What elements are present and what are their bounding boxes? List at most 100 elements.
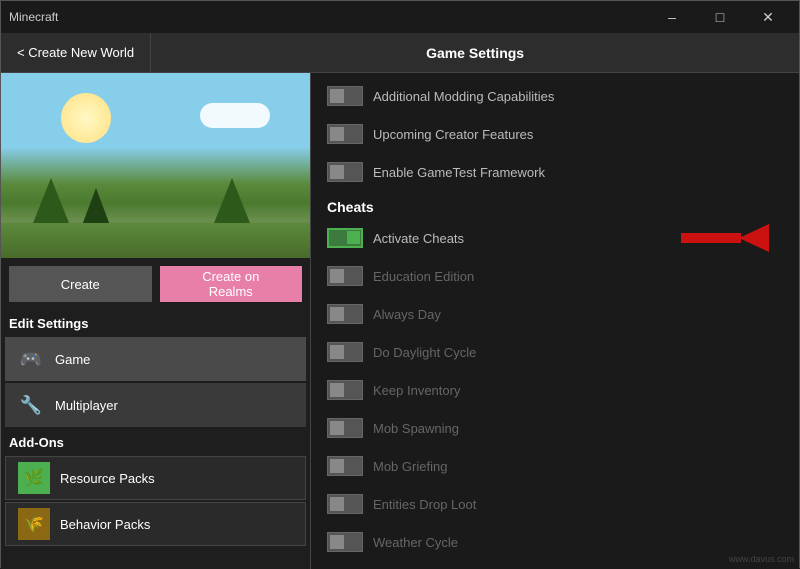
weather-cycle-label: Weather Cycle xyxy=(373,535,783,550)
toggle-track xyxy=(327,342,363,362)
resource-packs-icon: 🌿 xyxy=(18,462,50,494)
entities-drop-loot-label: Entities Drop Loot xyxy=(373,497,783,512)
nav-multiplayer-label: Multiplayer xyxy=(55,398,118,413)
toggle-thumb xyxy=(330,127,344,141)
toggle-track xyxy=(327,162,363,182)
upcoming-creator-label: Upcoming Creator Features xyxy=(373,127,783,142)
close-button[interactable]: ✕ xyxy=(745,1,791,33)
toggle-track xyxy=(327,380,363,400)
setting-row-entities-drop-loot: Entities Drop Loot xyxy=(311,485,799,523)
setting-row-additional-modding: Additional Modding Capabilities xyxy=(311,77,799,115)
setting-row-education-edition: Education Edition xyxy=(311,257,799,295)
create-button[interactable]: Create xyxy=(9,266,152,302)
action-buttons: Create Create onRealms xyxy=(1,258,310,310)
nav-item-resource-packs[interactable]: 🌿 Resource Packs xyxy=(5,456,306,500)
cheats-section-label: Cheats xyxy=(311,191,799,219)
toggle-track xyxy=(327,124,363,144)
arrow-body xyxy=(681,233,741,243)
mob-griefing-label: Mob Griefing xyxy=(373,459,783,474)
setting-row-gametest: Enable GameTest Framework xyxy=(311,153,799,191)
setting-row-activate-cheats: Activate Cheats xyxy=(311,219,799,257)
preview-sun xyxy=(61,93,111,143)
always-day-label: Always Day xyxy=(373,307,783,322)
toggle-upcoming-creator[interactable] xyxy=(327,124,363,144)
nav-item-game[interactable]: 🎮 Game xyxy=(5,337,306,381)
toggle-mob-spawning[interactable] xyxy=(327,418,363,438)
multiplayer-icon: 🔧 xyxy=(17,391,45,419)
setting-row-mob-griefing: Mob Griefing xyxy=(311,447,799,485)
setting-row-keep-inventory: Keep Inventory xyxy=(311,371,799,409)
window-controls: – □ ✕ xyxy=(649,1,791,33)
toggle-thumb xyxy=(330,459,344,473)
preview-cloud xyxy=(200,103,270,128)
toggle-track xyxy=(327,456,363,476)
edit-settings-label: Edit Settings xyxy=(1,310,310,335)
toggle-thumb xyxy=(330,307,344,321)
toggle-always-day[interactable] xyxy=(327,304,363,324)
addons-label: Add-Ons xyxy=(1,429,310,454)
create-realms-button[interactable]: Create onRealms xyxy=(160,266,303,302)
toggle-thumb xyxy=(330,421,344,435)
behavior-packs-label: Behavior Packs xyxy=(60,517,150,532)
mob-spawning-label: Mob Spawning xyxy=(373,421,783,436)
preview-tree-2 xyxy=(81,188,111,228)
left-panel: Create Create onRealms Edit Settings 🎮 G… xyxy=(1,73,311,569)
red-arrow xyxy=(739,224,769,252)
toggle-entities-drop-loot[interactable] xyxy=(327,494,363,514)
resource-packs-label: Resource Packs xyxy=(60,471,155,486)
toggle-track xyxy=(327,266,363,286)
toggle-daylight-cycle[interactable] xyxy=(327,342,363,362)
toggle-thumb-active xyxy=(347,231,360,244)
toggle-thumb xyxy=(330,383,344,397)
toggle-mob-griefing[interactable] xyxy=(327,456,363,476)
toggle-additional-modding[interactable] xyxy=(327,86,363,106)
maximize-button[interactable]: □ xyxy=(697,1,743,33)
red-arrow-indicator xyxy=(681,224,769,252)
toggle-track xyxy=(327,418,363,438)
behavior-packs-icon: 🌾 xyxy=(18,508,50,540)
toggle-thumb xyxy=(330,269,344,283)
toggle-thumb xyxy=(330,89,344,103)
preview-tree-1 xyxy=(31,178,71,228)
setting-row-weather-cycle: Weather Cycle xyxy=(311,523,799,561)
gametest-label: Enable GameTest Framework xyxy=(373,165,783,180)
main-content: Create Create onRealms Edit Settings 🎮 G… xyxy=(1,73,799,569)
setting-row-always-day: Always Day xyxy=(311,295,799,333)
nav-item-behavior-packs[interactable]: 🌾 Behavior Packs xyxy=(5,502,306,546)
setting-row-mob-spawning: Mob Spawning xyxy=(311,409,799,447)
toggle-track xyxy=(327,494,363,514)
preview-ground xyxy=(1,223,310,258)
world-preview xyxy=(1,73,310,258)
toggle-gametest[interactable] xyxy=(327,162,363,182)
setting-row-daylight-cycle: Do Daylight Cycle xyxy=(311,333,799,371)
toggle-track xyxy=(327,304,363,324)
settings-list: Additional Modding Capabilities Upcoming… xyxy=(311,73,799,569)
toggle-thumb xyxy=(330,165,344,179)
additional-modding-label: Additional Modding Capabilities xyxy=(373,89,783,104)
education-edition-label: Education Edition xyxy=(373,269,783,284)
page-title: Game Settings xyxy=(151,45,799,61)
toggle-thumb xyxy=(330,345,344,359)
right-panel: Additional Modding Capabilities Upcoming… xyxy=(311,73,799,569)
toggle-thumb xyxy=(330,497,344,511)
setting-row-upcoming-creator: Upcoming Creator Features xyxy=(311,115,799,153)
watermark: www.davus.com xyxy=(729,554,794,564)
toggle-keep-inventory[interactable] xyxy=(327,380,363,400)
daylight-cycle-label: Do Daylight Cycle xyxy=(373,345,783,360)
minimize-button[interactable]: – xyxy=(649,1,695,33)
keep-inventory-label: Keep Inventory xyxy=(373,383,783,398)
nav-game-label: Game xyxy=(55,352,90,367)
toggle-track xyxy=(327,532,363,552)
toggle-education-edition[interactable] xyxy=(327,266,363,286)
nav-item-multiplayer[interactable]: 🔧 Multiplayer xyxy=(5,383,306,427)
toggle-activate-cheats[interactable] xyxy=(327,228,363,248)
preview-tree-3 xyxy=(214,178,250,223)
toggle-thumb xyxy=(330,535,344,549)
app-title: Minecraft xyxy=(9,10,649,24)
toggle-track-active xyxy=(327,228,363,248)
game-icon: 🎮 xyxy=(17,345,45,373)
toggle-weather-cycle[interactable] xyxy=(327,532,363,552)
back-button[interactable]: < Create New World xyxy=(1,33,151,73)
title-bar: Minecraft – □ ✕ xyxy=(1,1,799,33)
toggle-track xyxy=(327,86,363,106)
